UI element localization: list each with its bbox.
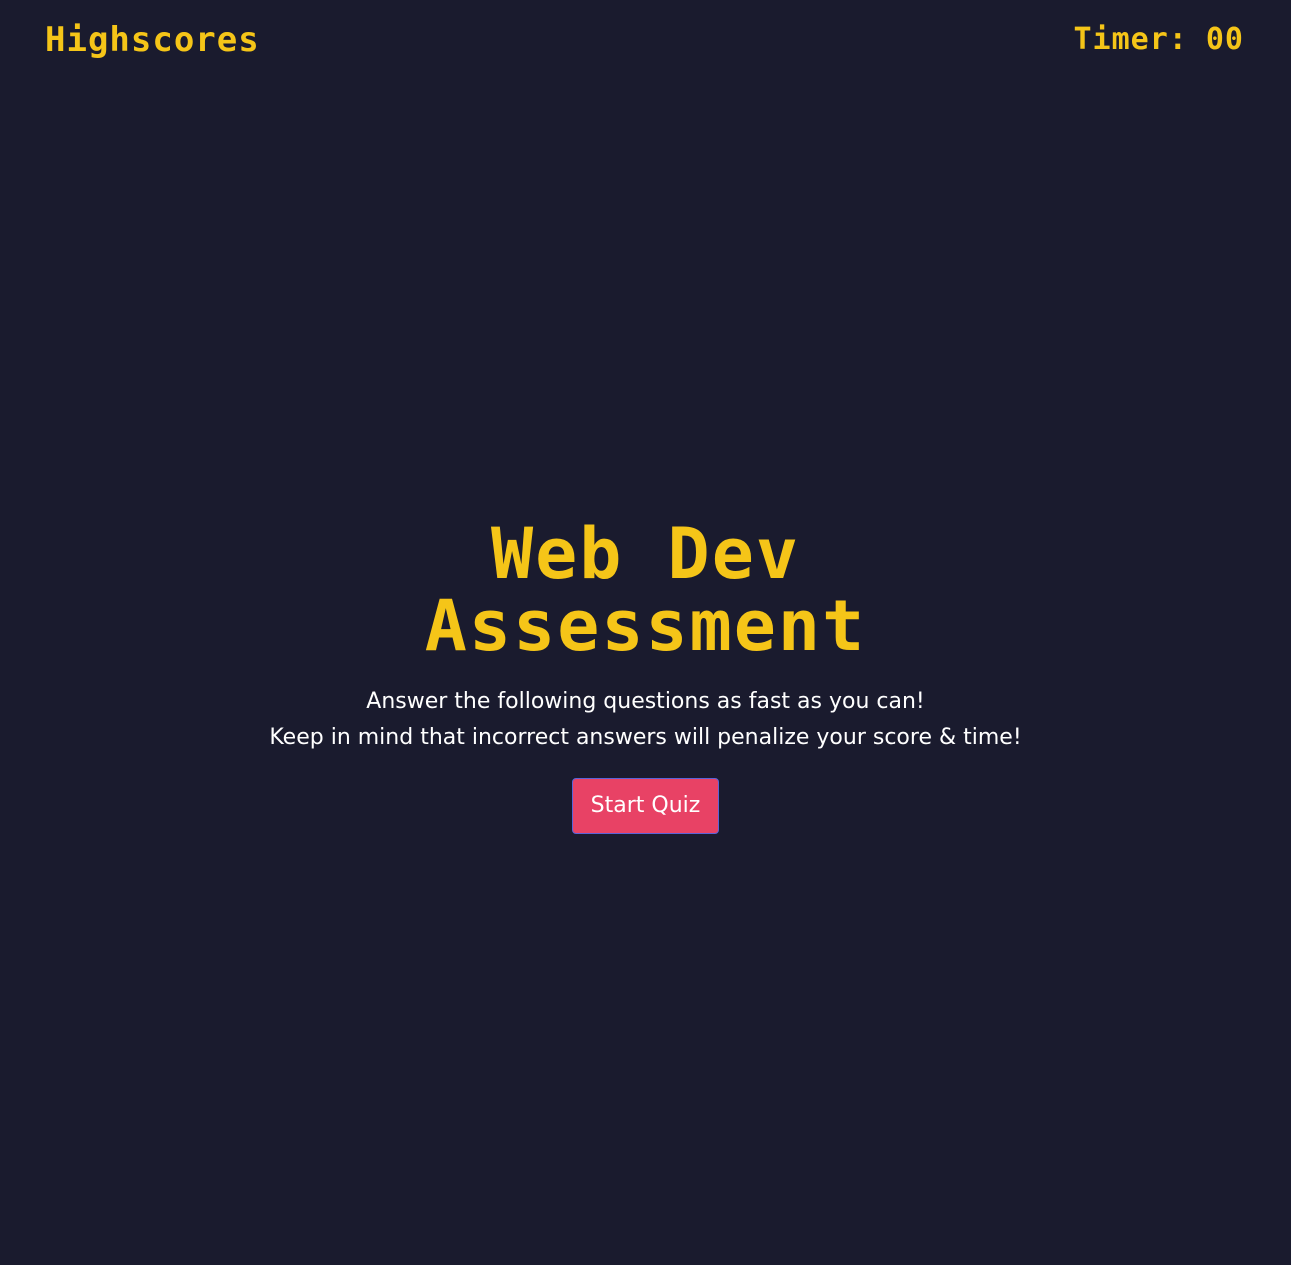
instructions-line-1: Answer the following questions as fast a… — [366, 689, 925, 714]
title-line-1: Web Dev — [490, 513, 800, 595]
quiz-intro: Web Dev Assessment Answer the following … — [0, 518, 1291, 834]
page-title: Web Dev Assessment — [296, 518, 996, 662]
instructions-line-2: Keep in mind that incorrect answers will… — [269, 725, 1022, 750]
timer-label: Timer: — [1073, 22, 1188, 57]
top-bar: Highscores Timer: 00 — [0, 0, 1291, 80]
timer-value: 00 — [1205, 22, 1244, 57]
start-quiz-button[interactable]: Start Quiz — [571, 778, 720, 834]
instructions: Answer the following questions as fast a… — [0, 684, 1291, 756]
highscores-link[interactable]: Highscores — [45, 18, 260, 62]
title-line-2: Assessment — [424, 585, 867, 667]
timer: Timer: 00 — [1074, 18, 1245, 62]
